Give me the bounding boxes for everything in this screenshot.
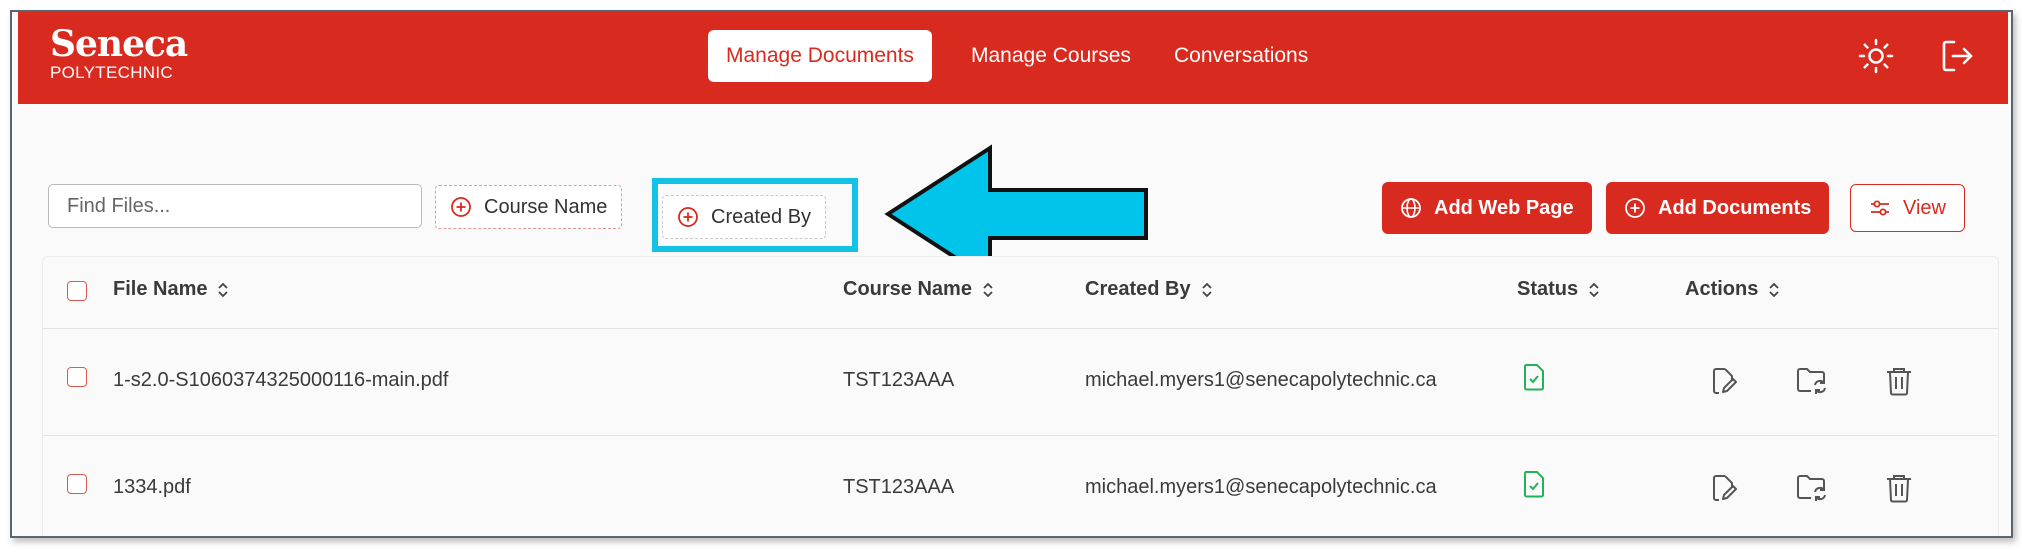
view-label: View [1903, 196, 1946, 219]
logo-subtitle: POLYTECHNIC [50, 63, 173, 82]
course-name-filter-button[interactable]: Course Name [435, 185, 623, 229]
top-navbar: Seneca POLYTECHNIC Manage Documents Mana… [18, 12, 2008, 104]
column-header-status[interactable]: Status [1517, 278, 1600, 301]
add-web-page-button[interactable]: Add Web Page [1382, 182, 1592, 234]
view-button[interactable]: View [1850, 184, 1965, 232]
sun-icon[interactable] [1856, 36, 1896, 76]
seneca-logo[interactable]: Seneca POLYTECHNIC [50, 23, 188, 82]
column-header-created-by[interactable]: Created By [1085, 278, 1213, 301]
sort-icon [983, 282, 993, 297]
course-name-cell: TST123AAA [843, 369, 955, 391]
document-check-icon [1524, 471, 1544, 498]
documents-table: File Name Course Name Created By Status … [42, 256, 1999, 536]
sort-icon [1769, 282, 1779, 297]
find-files-search[interactable] [48, 184, 422, 228]
table-row[interactable]: 1334.pdf TST123AAA michael.myers1@seneca… [43, 436, 1998, 536]
plus-circle-icon [451, 197, 471, 217]
folder-sync-icon[interactable] [1794, 363, 1830, 399]
table-header: File Name Course Name Created By Status … [43, 257, 1998, 329]
created-by-filter-button[interactable]: Created By [662, 195, 827, 239]
table-row[interactable]: 1-s2.0-S1060374325000116-main.pdf TST123… [43, 329, 1998, 436]
column-header-actions[interactable]: Actions [1685, 278, 1780, 301]
document-check-icon [1524, 364, 1544, 391]
app-window: Seneca POLYTECHNIC Manage Documents Mana… [10, 10, 2013, 538]
sort-icon [218, 282, 229, 297]
select-all-checkbox[interactable] [67, 281, 87, 301]
logo-wordmark: Seneca [50, 23, 188, 65]
created-by-filter-label: Created By [711, 205, 812, 228]
logout-icon[interactable] [1938, 36, 1978, 76]
search-input[interactable] [65, 185, 409, 227]
add-documents-button[interactable]: Add Documents [1606, 182, 1830, 234]
column-label: Status [1517, 278, 1579, 300]
column-label: Course Name [843, 278, 972, 300]
tab-manage-documents[interactable]: Manage Documents [708, 30, 932, 82]
add-web-page-label: Add Web Page [1434, 196, 1574, 219]
globe-icon [1401, 198, 1421, 218]
plus-circle-icon [1625, 198, 1645, 218]
tab-manage-courses[interactable]: Manage Courses [953, 30, 1149, 82]
trash-icon[interactable] [1881, 363, 1917, 399]
file-name-cell: 1334.pdf [113, 476, 191, 498]
column-label: Created By [1085, 278, 1191, 300]
file-name-cell: 1-s2.0-S1060374325000116-main.pdf [113, 369, 449, 391]
edit-document-icon[interactable] [1707, 363, 1743, 399]
sort-icon [1589, 282, 1599, 297]
edit-document-icon[interactable] [1707, 470, 1743, 506]
trash-icon[interactable] [1881, 470, 1917, 506]
row-checkbox[interactable] [67, 474, 87, 494]
sliders-icon [1871, 200, 1889, 216]
course-name-filter-label: Course Name [484, 195, 608, 218]
column-header-course-name[interactable]: Course Name [843, 278, 994, 301]
column-label: Actions [1685, 278, 1759, 300]
row-checkbox[interactable] [67, 367, 87, 387]
sort-icon [1201, 282, 1212, 297]
course-name-cell: TST123AAA [843, 476, 955, 498]
folder-sync-icon[interactable] [1794, 470, 1830, 506]
tab-conversations[interactable]: Conversations [1156, 30, 1326, 82]
column-header-file-name[interactable]: File Name [113, 278, 229, 301]
created-by-cell: michael.myers1@senecapolytechnic.ca [1085, 476, 1437, 498]
plus-circle-icon [678, 207, 698, 227]
column-label: File Name [113, 278, 208, 300]
add-documents-label: Add Documents [1658, 196, 1812, 219]
created-by-cell: michael.myers1@senecapolytechnic.ca [1085, 369, 1437, 391]
